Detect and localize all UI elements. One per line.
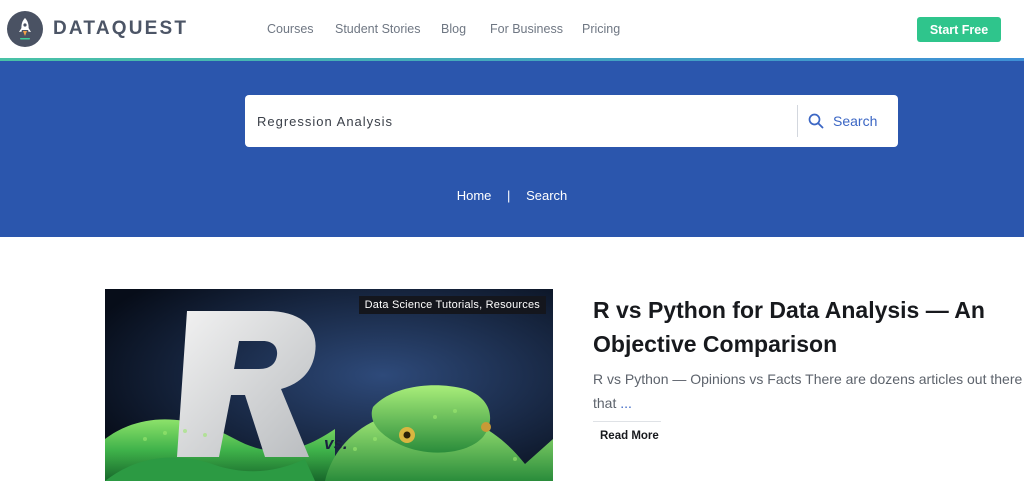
search-hero: Search Home | Search [0,61,1024,237]
snake-illustration: vs. [105,289,553,481]
breadcrumb-separator: | [507,188,511,203]
nav-student-stories[interactable]: Student Stories [335,22,420,36]
nav-pricing[interactable]: Pricing [582,22,620,36]
read-more-link[interactable]: Read More [600,430,659,442]
image-vs-text: vs. [324,434,348,453]
search-icon [808,113,824,129]
search-button[interactable]: Search [808,95,877,147]
breadcrumb: Home | Search [0,188,1024,203]
excerpt-line-2: that ... [593,391,1024,415]
site-header: DATAQUEST Courses Student Stories Blog F… [0,0,1024,58]
excerpt-line-1: R vs Python — Opinions vs Facts There ar… [593,371,1023,387]
logo[interactable]: DATAQUEST [7,11,188,47]
nav-courses[interactable]: Courses [267,22,314,36]
breadcrumb-current: Search [526,188,568,203]
result-excerpt: R vs Python — Opinions vs Facts There ar… [593,367,1024,415]
result-title[interactable]: R vs Python for Data Analysis — An Objec… [593,293,1023,361]
search-box: Search [245,95,898,147]
category-badge[interactable]: Data Science Tutorials, Resources [358,296,546,314]
breadcrumb-home[interactable]: Home [457,188,492,203]
excerpt-line-2-text: that [593,395,617,411]
nav-for-business[interactable]: For Business [490,22,563,36]
search-input[interactable] [257,95,787,147]
rocket-logo-icon [7,11,43,47]
start-free-button[interactable]: Start Free [917,17,1001,42]
read-more-rule [593,421,661,422]
excerpt-ellipsis: ... [620,395,632,411]
search-button-label: Search [833,113,878,129]
search-divider [797,105,798,137]
nav-blog[interactable]: Blog [441,22,466,36]
result-thumbnail[interactable]: vs. Data Science Tutorials, Resources [105,289,553,481]
logo-text: DATAQUEST [53,18,189,39]
